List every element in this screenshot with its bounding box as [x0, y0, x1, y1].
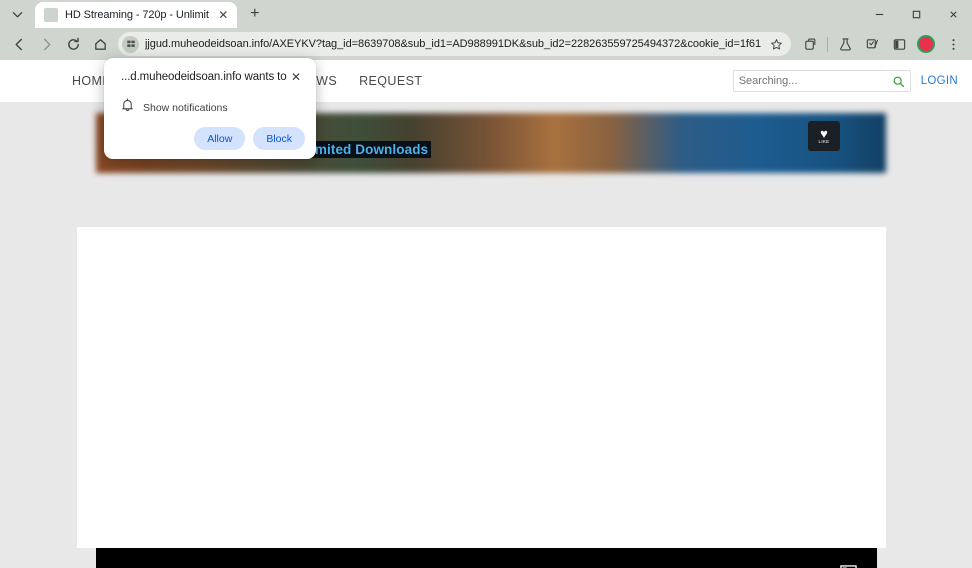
browser-tab[interactable]: HD Streaming - 720p - Unlimit ✕ — [35, 2, 237, 28]
search-icon[interactable] — [892, 75, 905, 88]
block-button[interactable]: Block — [253, 127, 305, 150]
window-minimize-button[interactable] — [861, 0, 898, 28]
close-icon[interactable]: ✕ — [289, 70, 303, 84]
heart-icon: ♥ — [820, 126, 828, 141]
permission-request-label: Show notifications — [143, 101, 228, 114]
recording-avatar[interactable] — [913, 31, 939, 57]
share-icon[interactable] — [797, 31, 823, 57]
browser-window: HD Streaming - 720p - Unlimit ✕ + jjgud.… — [0, 0, 972, 568]
extensions-icon[interactable] — [859, 31, 885, 57]
video-stage[interactable] — [77, 227, 886, 548]
like-button[interactable]: ♥ LIKE — [808, 121, 840, 151]
address-bar-url: jjgud.muheodeidsoan.info/AXEYKV?tag_id=8… — [145, 38, 761, 50]
browser-toolbar: jjgud.muheodeidsoan.info/AXEYKV?tag_id=8… — [0, 28, 972, 60]
toolbar-divider — [827, 36, 828, 52]
address-bar[interactable]: jjgud.muheodeidsoan.info/AXEYKV?tag_id=8… — [118, 32, 791, 56]
side-panel-icon[interactable] — [886, 31, 912, 57]
site-header-right: LOGIN — [732, 60, 958, 102]
record-indicator-dot — [917, 35, 935, 53]
notification-permission-popup: ...d.muheodeidsoan.info wants to ✕ Show … — [104, 58, 316, 159]
new-tab-button[interactable]: + — [242, 2, 268, 26]
volume-icon[interactable] — [771, 565, 790, 568]
home-icon[interactable] — [87, 31, 113, 57]
search-input[interactable] — [738, 75, 892, 87]
tab-search-icon[interactable] — [3, 3, 31, 25]
forward-icon[interactable] — [33, 31, 59, 57]
chrome-menu-icon[interactable] — [940, 31, 966, 57]
window-close-button[interactable] — [935, 0, 972, 28]
player-right-controls: CC — [771, 564, 857, 568]
tab-strip: HD Streaming - 720p - Unlimit ✕ + — [0, 0, 972, 28]
bell-icon — [121, 98, 134, 117]
site-content: Unlimited Downloads ♥ LIKE — [77, 113, 886, 568]
video-player-controls: CC — [96, 548, 877, 568]
window-controls — [861, 0, 972, 28]
bookmark-star-icon[interactable] — [767, 38, 785, 51]
permission-popup-title: ...d.muheodeidsoan.info wants to — [121, 71, 287, 83]
tab-title: HD Streaming - 720p - Unlimit — [65, 9, 209, 21]
permission-popup-header: ...d.muheodeidsoan.info wants to ✕ — [121, 70, 303, 84]
tab-close-icon[interactable]: ✕ — [216, 8, 231, 23]
fullscreen-icon[interactable] — [840, 564, 857, 568]
permission-popup-actions: Allow Block — [194, 127, 305, 150]
back-icon[interactable] — [6, 31, 32, 57]
window-maximize-button[interactable] — [898, 0, 935, 28]
tab-favicon — [44, 8, 58, 22]
nav-item-request[interactable]: REQUEST — [359, 74, 422, 88]
site-info-icon[interactable] — [122, 35, 139, 53]
allow-button[interactable]: Allow — [194, 127, 246, 150]
labs-flask-icon[interactable] — [832, 31, 858, 57]
login-link[interactable]: LOGIN — [921, 75, 958, 87]
permission-request-row: Show notifications — [121, 98, 303, 117]
search-box[interactable] — [732, 70, 911, 92]
like-button-label: LIKE — [818, 139, 830, 144]
reload-icon[interactable] — [60, 31, 86, 57]
